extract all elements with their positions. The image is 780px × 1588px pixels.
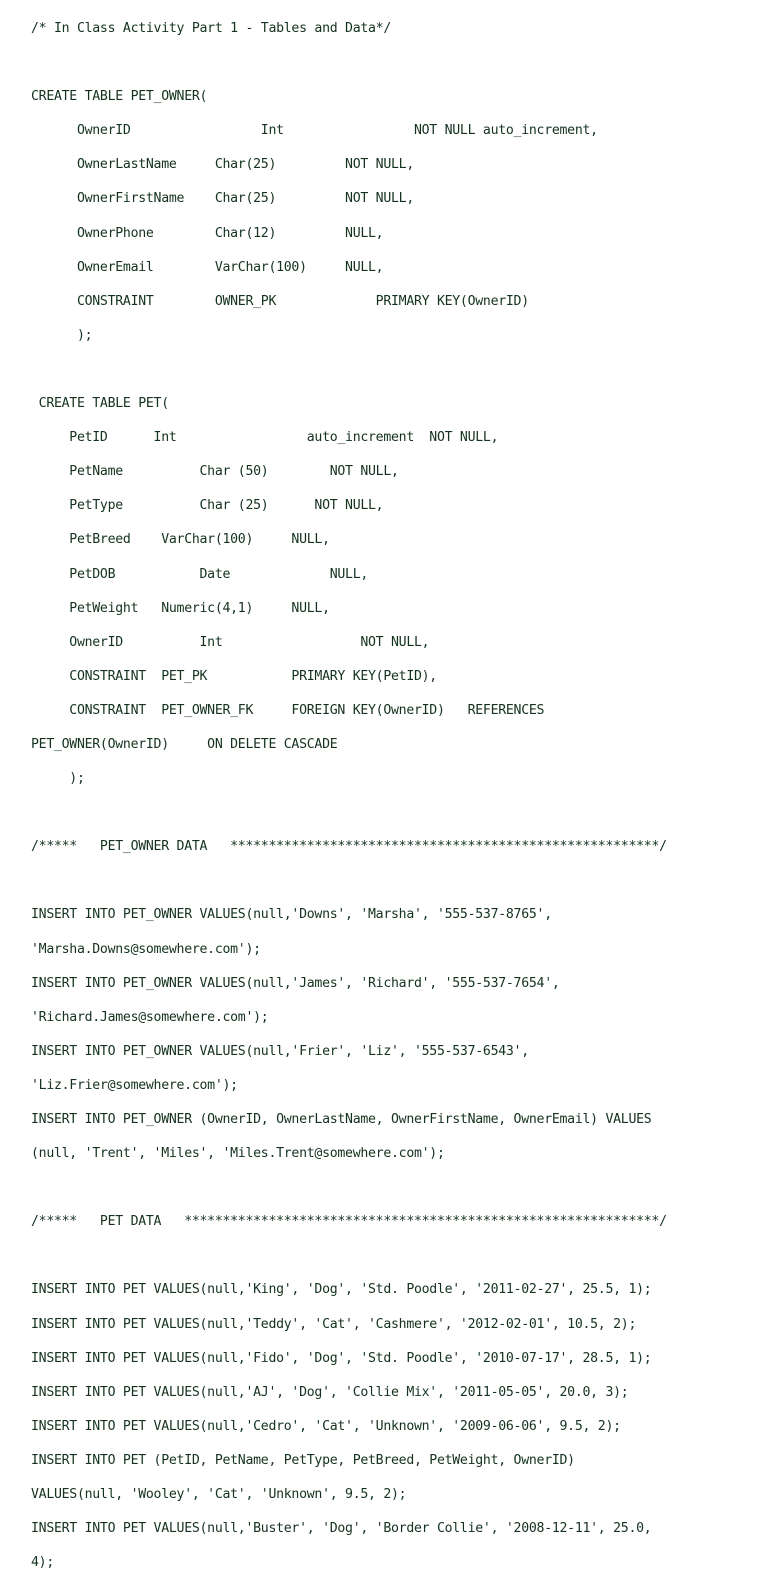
code-line: OwnerLastName Char(25) NOT NULL, <box>31 157 414 173</box>
code-line: INSERT INTO PET VALUES(null,'AJ', 'Dog',… <box>31 1384 629 1400</box>
code-line: OwnerPhone Char(12) NULL, <box>31 225 384 241</box>
code-line: INSERT INTO PET_OWNER VALUES(null,'James… <box>31 975 560 991</box>
code-line: PetType Char (25) NOT NULL, <box>31 498 384 514</box>
code-line: PetBreed VarChar(100) NULL, <box>31 532 330 548</box>
code-line: 'Richard.James@somewhere.com'); <box>31 1009 269 1025</box>
code-line: ); <box>31 327 93 343</box>
code-line: OwnerFirstName Char(25) NOT NULL, <box>31 191 414 207</box>
code-line: INSERT INTO PET_OWNER VALUES(null,'Downs… <box>31 907 552 923</box>
code-line: INSERT INTO PET VALUES(null,'Teddy', 'Ca… <box>31 1316 637 1332</box>
code-line: CONSTRAINT PET_OWNER_FK FOREIGN KEY(Owne… <box>31 702 545 718</box>
code-line: PetID Int auto_increment NOT NULL, <box>31 430 499 446</box>
code-line: PetDOB Date NULL, <box>31 566 369 582</box>
code-line: INSERT INTO PET_OWNER (OwnerID, OwnerLas… <box>31 1112 652 1127</box>
code-line: INSERT INTO PET_OWNER VALUES(null,'Frier… <box>31 1043 529 1059</box>
code-line: (null, 'Trent', 'Miles', 'Miles.Trent@so… <box>31 1146 445 1162</box>
code-line: INSERT INTO PET (PetID, PetName, PetType… <box>31 1452 575 1468</box>
code-line: ); <box>31 771 85 787</box>
code-line: 'Marsha.Downs@somewhere.com'); <box>31 941 261 957</box>
code-line: /* In Class Activity Part 1 - Tables and… <box>31 21 391 36</box>
code-line: /***** PET DATA ************************… <box>31 1214 667 1230</box>
code-line: INSERT INTO PET VALUES(null,'Fido', 'Dog… <box>31 1350 652 1366</box>
code-line: OwnerID Int NOT NULL auto_increment, <box>31 123 598 139</box>
code-line: OwnerID Int NOT NULL, <box>31 634 430 650</box>
code-line: PET_OWNER(OwnerID) ON DELETE CASCADE <box>31 736 338 752</box>
code-line: CONSTRAINT PET_PK PRIMARY KEY(PetID), <box>31 668 437 684</box>
code-line: INSERT INTO PET VALUES(null,'King', 'Dog… <box>31 1282 652 1298</box>
code-line: INSERT INTO PET VALUES(null,'Cedro', 'Ca… <box>31 1418 621 1434</box>
code-line: VALUES(null, 'Wooley', 'Cat', 'Unknown',… <box>31 1487 407 1503</box>
code-line: 4); <box>31 1555 54 1571</box>
code-line: OwnerEmail VarChar(100) NULL, <box>31 259 384 275</box>
code-line: /***** PET_OWNER DATA ******************… <box>31 839 667 855</box>
sql-code-block[interactable]: /* In Class Activity Part 1 - Tables and… <box>31 20 780 1588</box>
code-line: CONSTRAINT OWNER_PK PRIMARY KEY(OwnerID) <box>31 293 529 309</box>
code-line: INSERT INTO PET VALUES(null,'Buster', 'D… <box>31 1521 652 1537</box>
sql-script-document: /* In Class Activity Part 1 - Tables and… <box>0 0 780 1588</box>
code-line: 'Liz.Frier@somewhere.com'); <box>31 1077 238 1093</box>
code-line: PetWeight Numeric(4,1) NULL, <box>31 600 330 616</box>
code-line: PetName Char (50) NOT NULL, <box>31 464 399 480</box>
code-line: CREATE TABLE PET_OWNER( <box>31 89 208 105</box>
code-line: CREATE TABLE PET( <box>31 396 169 412</box>
